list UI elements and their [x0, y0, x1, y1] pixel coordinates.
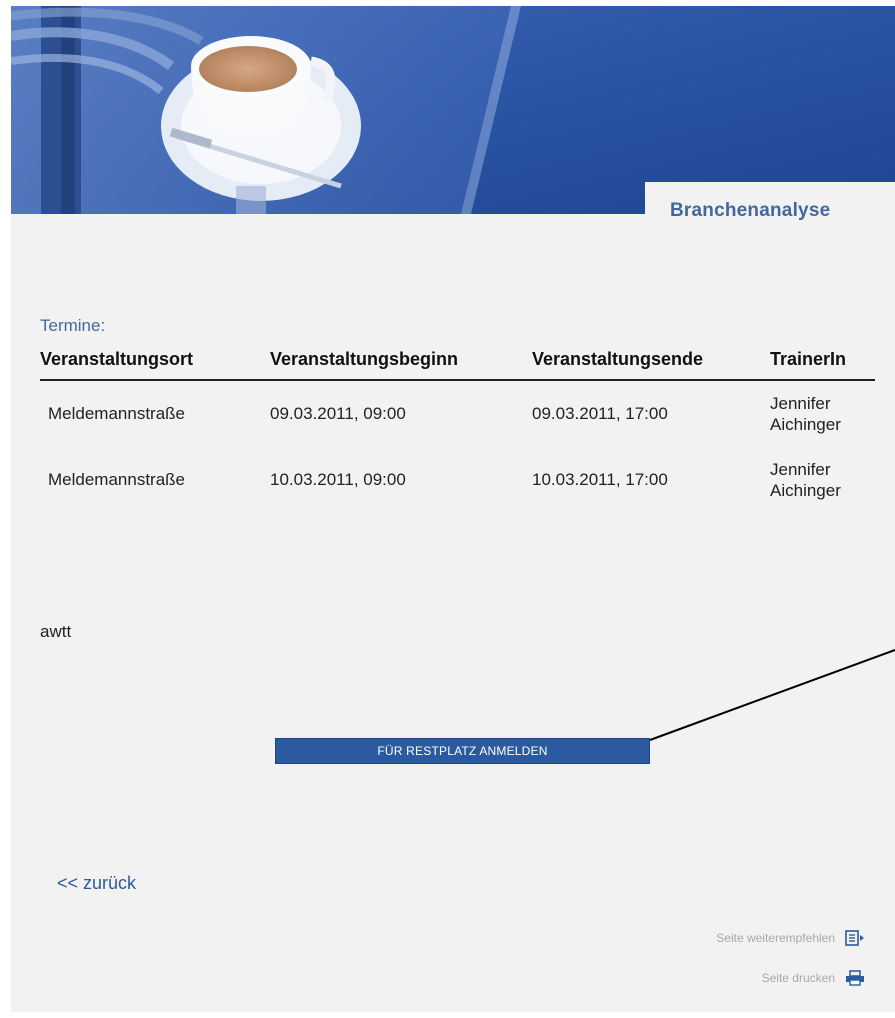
trainer-first-name: Jennifer: [770, 460, 831, 479]
trainer-last-name: Aichinger: [770, 481, 841, 500]
trainer-first-name: Jennifer: [770, 394, 831, 413]
cell-ort: Meldemannstraße: [48, 470, 186, 489]
recommend-page-link[interactable]: Seite weiterempfehlen: [716, 930, 865, 946]
section-title: Branchenanalyse: [670, 200, 831, 221]
trainer-last-name: Aichinger: [770, 415, 841, 434]
forward-page-icon: [845, 930, 864, 946]
cell-trainer: Jennifer Aichinger: [770, 380, 875, 447]
cell-trainer: Jennifer Aichinger: [770, 447, 875, 513]
back-link[interactable]: << zurück: [57, 873, 136, 894]
column-header-trainerin: TrainerIn: [770, 345, 875, 381]
column-header-veranstaltungsort: Veranstaltungsort: [40, 345, 270, 381]
column-header-veranstaltungsende: Veranstaltungsende: [532, 345, 770, 381]
cell-beginn: 10.03.2011, 09:00: [270, 470, 406, 489]
print-page-label: Seite drucken: [761, 971, 835, 985]
note-text: awtt: [40, 622, 72, 641]
cell-beginn: 09.03.2011, 09:00: [270, 404, 406, 423]
table-row: Meldemannstraße 09.03.2011, 09:00 09.03.…: [40, 380, 875, 447]
register-remaining-seat-button[interactable]: FÜR RESTPLATZ ANMELDEN: [275, 738, 650, 764]
print-page-link[interactable]: Seite drucken: [762, 970, 865, 986]
frame-bottom: [0, 1012, 895, 1018]
recommend-page-label: Seite weiterempfehlen: [716, 931, 835, 945]
events-table: Veranstaltungsort Veranstaltungsbeginn V…: [40, 345, 875, 513]
column-header-veranstaltungsbeginn: Veranstaltungsbeginn: [270, 345, 532, 381]
cell-ende: 10.03.2011, 17:00: [532, 470, 668, 489]
table-header-row: Veranstaltungsort Veranstaltungsbeginn V…: [40, 345, 875, 381]
printer-icon: [846, 970, 864, 986]
table-row: Meldemannstraße 10.03.2011, 09:00 10.03.…: [40, 447, 875, 513]
cell-ende: 09.03.2011, 17:00: [532, 404, 668, 423]
page: Branchenanalyse Termine: Veranstaltungso…: [0, 0, 895, 1018]
cell-ort: Meldemannstraße: [48, 404, 186, 423]
termine-heading: Termine:: [40, 316, 106, 335]
frame-left: [0, 0, 11, 1018]
